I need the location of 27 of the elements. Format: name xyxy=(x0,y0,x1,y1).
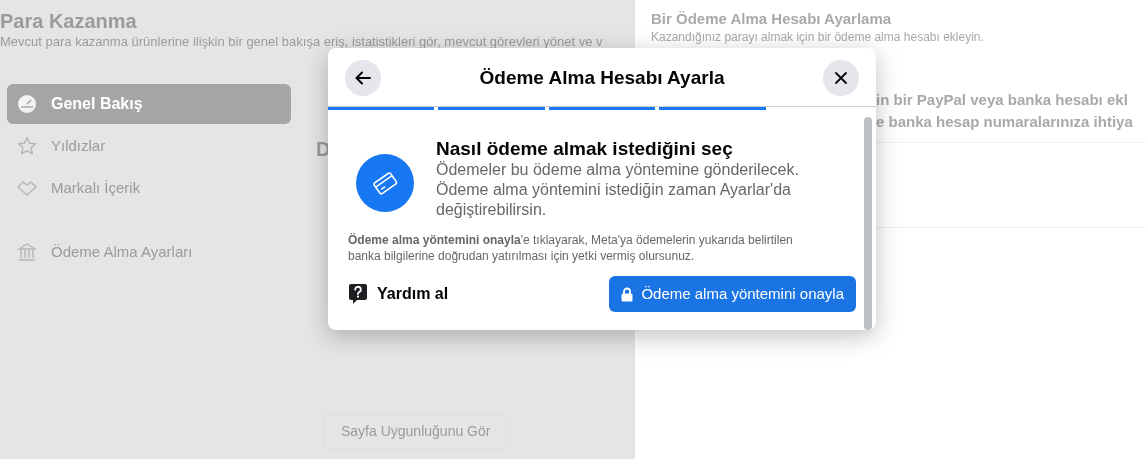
section-subtitle: Kazandığınız parayı almak için bir ödeme alma hesabı ekleyin. xyxy=(651,29,985,45)
help-link[interactable]: Yardım al xyxy=(377,282,449,306)
star-icon xyxy=(17,136,37,156)
lock-icon xyxy=(621,286,634,302)
disclaimer-text: Ödeme alma yöntemini onayla'e tıklayarak, Meta'ya ödemelerin yukarıda belirtilen banka bilgilerine doğrudan yatırılması için yetki vermiş olursunuz. xyxy=(348,232,794,264)
info-text: in bir PayPal veya banka hesabı ekl xyxy=(876,90,1129,110)
dialog-title: Ödeme Alma Hesabı Ayarla xyxy=(479,65,725,90)
help-icon xyxy=(348,283,368,305)
page-title: Para Kazanma xyxy=(0,9,138,34)
sidebar-item[interactable]: Ödeme Alma Ayarları xyxy=(7,232,291,272)
dialog-heading: Nasıl ödeme almak istediğini seç xyxy=(436,138,734,160)
close-icon xyxy=(834,71,848,85)
confirm-button[interactable]: Ödeme alma yöntemini onayla xyxy=(609,276,856,312)
info-text: e banka hesap numaralarınıza ihtiya xyxy=(876,112,1134,132)
close-button[interactable] xyxy=(823,60,859,96)
page-subtitle: Mevcut para kazanma ürünlerine ilişkin bir genel bakışa eriş, istatistikleri gör, mevcut görevleri yönet ve v xyxy=(0,34,604,50)
sidebar-item[interactable]: Markalı İçerik xyxy=(7,168,291,208)
sidebar-item[interactable]: Yıldızlar xyxy=(7,126,291,166)
gauge-icon xyxy=(17,94,37,114)
page-eligibility-button[interactable]: Sayfa Uygunluğunu Gör xyxy=(324,414,508,449)
back-arrow-icon xyxy=(354,69,372,87)
sidebar-item[interactable]: Genel Bakış xyxy=(7,84,291,124)
bank-icon xyxy=(17,242,37,262)
section-title: Bir Ödeme Alma Hesabı Ayarlama xyxy=(651,9,893,29)
card-icon xyxy=(356,154,414,212)
dialog-description: Ödemeler bu ödeme alma yöntemine gönderilecek. Ödeme alma yöntemini istediğin zaman Ayarlar'da değiştirebilirsin. xyxy=(436,160,800,220)
back-button[interactable] xyxy=(345,60,381,96)
